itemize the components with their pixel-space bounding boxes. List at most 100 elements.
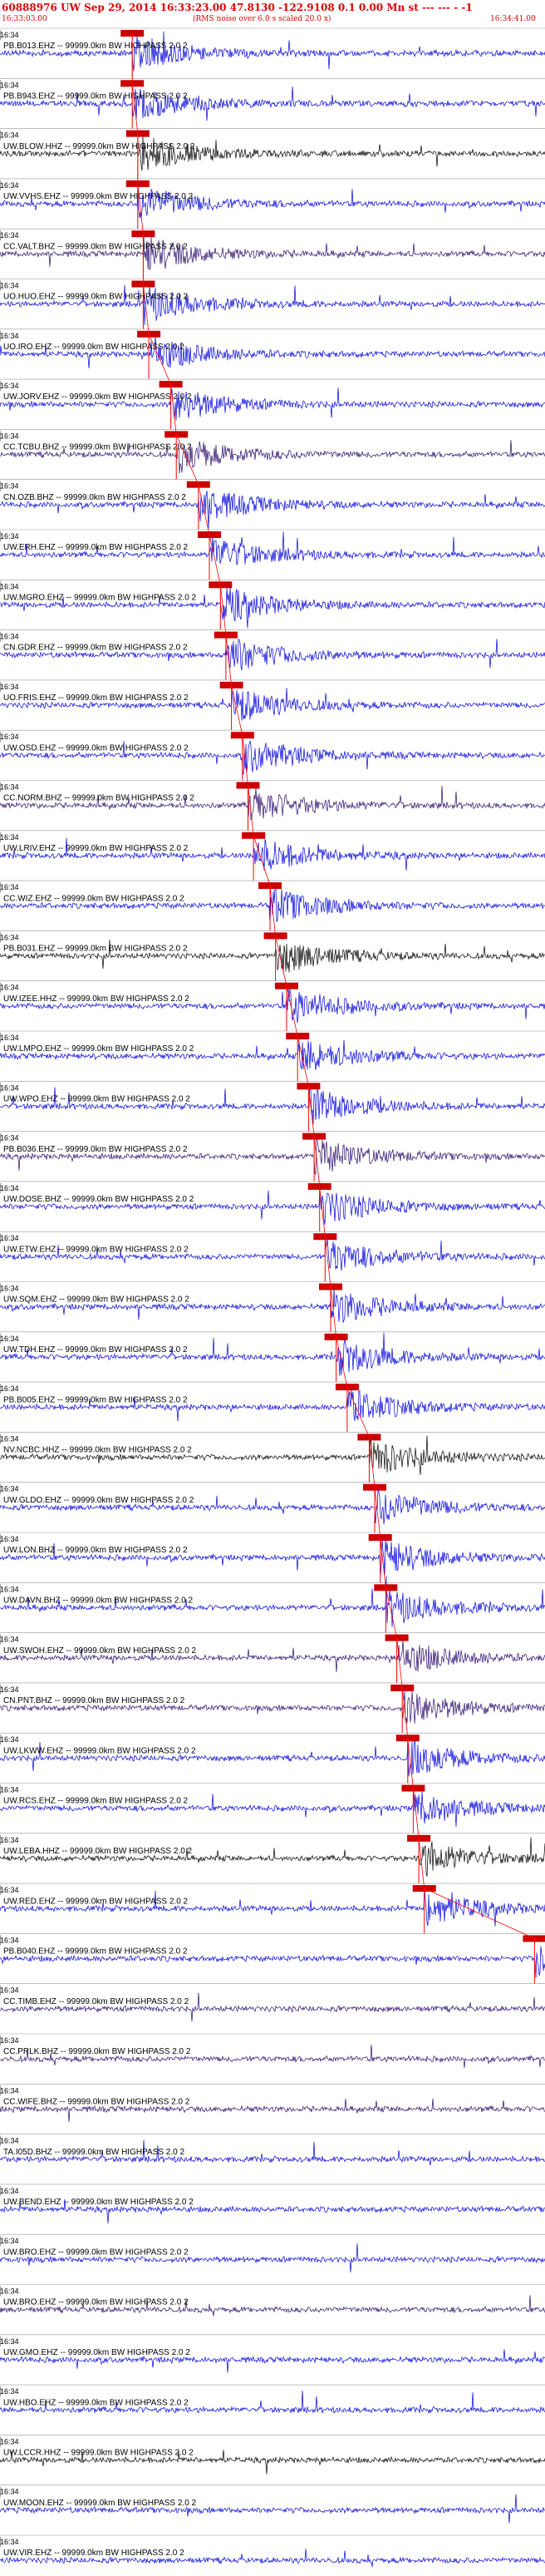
waveform bbox=[0, 786, 545, 821]
trace-label: UW.DOSE.BHZ -- 99999.0km BW HIGHPASS 2.0… bbox=[3, 1195, 194, 1204]
trace-row: 16:34 CC.WIFE.BHZ -- 99999.0km BW HIGHPAS… bbox=[0, 2084, 545, 2123]
trace-label: UW.GMO.EHZ -- 99999.0km BW HIGHPASS 2.0 … bbox=[3, 2348, 190, 2357]
minute-label: 16:34 bbox=[0, 231, 19, 239]
trace-row: 16:34 PB.B943.EHZ -- 99999.0km BW HIGHPAS… bbox=[0, 78, 545, 129]
trace-row: 16:34 PB.B013.EHZ -- 99999.0km BW HIGHPAS… bbox=[0, 27, 545, 79]
trace-row: 16:34 PB.B036.EHZ -- 99999.0km BW HIGHPAS… bbox=[0, 1131, 545, 1182]
trace-label: UO.IRO.EHZ -- 99999.0km BW HIGHPASS 2.0 … bbox=[3, 343, 184, 352]
trace-row: 16:34 TA.I05D.BHZ -- 99999.0km BW HIGHPAS… bbox=[0, 2134, 545, 2166]
trace-label: UW.MOON.EHZ -- 99999.0km BW HIGHPASS 2.0… bbox=[3, 2499, 197, 2508]
waveform bbox=[0, 1538, 545, 1576]
trace-row: 16:34 CC.TIMB.EHZ -- 99999.0km BW HIGHPAS… bbox=[0, 1983, 545, 2022]
trace-label: UW.GLDO.EHZ -- 99999.0km BW HIGHPASS 2.0… bbox=[3, 1496, 194, 1505]
trace-label: UW.ETW.EHZ -- 99999.0km BW HIGHPASS 2.0 … bbox=[3, 1245, 189, 1254]
minute-label: 16:34 bbox=[0, 2538, 19, 2546]
trace-label: UW.LEBA.HHZ -- 99999.0km BW HIGHPASS 2.0… bbox=[3, 1847, 193, 1856]
minute-label: 16:34 bbox=[0, 1836, 19, 1844]
waveform bbox=[0, 136, 545, 171]
waveform bbox=[0, 336, 545, 369]
trace-label: UW.BRO.EHZ -- 99999.0km BW HIGHPASS 2.0 … bbox=[3, 2248, 189, 2257]
trace-row: 16:34 UW.LEBA.HHZ -- 99999.0km BW HIGHPAS… bbox=[0, 1833, 545, 1884]
trace-row: 16:34 UW.LCCR.HHZ -- 99999.0km BW HIGHPAS… bbox=[0, 2435, 545, 2475]
trace-label: CC.WIZ.EHZ -- 99999.0km BW HIGHPASS 2.0 … bbox=[3, 894, 184, 903]
trace-label: UW.VIR.EHZ -- 99999.0km BW HIGHPASS 2.0 … bbox=[3, 2549, 184, 2558]
trace-row: 16:34 UW.ETW.EHZ -- 99999.0km BW HIGHPASS… bbox=[0, 1231, 545, 1282]
rms-note: (RMS noise over 6.0 s scaled 20.0 x) bbox=[193, 14, 331, 23]
minute-label: 16:34 bbox=[0, 733, 19, 741]
minute-label: 16:34 bbox=[0, 432, 19, 440]
trace-label: UW.OSD.EHZ -- 99999.0km BW HIGHPASS 2.0 … bbox=[3, 743, 189, 753]
trace-row: 16:34 UW.GMO.EHZ -- 99999.0km BW HIGHPASS… bbox=[0, 2334, 545, 2373]
waveform bbox=[0, 284, 545, 325]
trace-label: UW.MGRO.EHZ -- 99999.0km BW HIGHPASS 2.0… bbox=[3, 593, 197, 602]
trace-row: 16:34 UW.DOSE.BHZ -- 99999.0km BW HIGHPAS… bbox=[0, 1181, 545, 1232]
trace-row: 16:34 NV.NCBC.HHZ -- 99999.0km BW HIGHPAS… bbox=[0, 1432, 545, 1483]
waveform bbox=[0, 31, 545, 72]
trace-row: 16:34 UW.LMPO.EHZ -- 99999.0km BW HIGHPAS… bbox=[0, 1030, 545, 1082]
trace-label: UW.DAVN.BHZ -- 99999.0km BW HIGHPASS 2.0… bbox=[3, 1596, 193, 1606]
waveform bbox=[0, 1084, 545, 1125]
minute-label: 16:34 bbox=[0, 31, 19, 39]
minute-label: 16:34 bbox=[0, 2488, 19, 2496]
trace-row: 16:34 UW.WPO.EHZ -- 99999.0km BW HIGHPASS… bbox=[0, 1081, 545, 1132]
minute-label: 16:34 bbox=[0, 1335, 19, 1343]
waveform bbox=[0, 1389, 545, 1422]
waveform bbox=[0, 1238, 545, 1271]
trace-label: UW.RCS.EHZ -- 99999.0km BW HIGHPASS 2.0 … bbox=[3, 1797, 189, 1806]
trace-label: UW.TDH.EHZ -- 99999.0km BW HIGHPASS 2.0 … bbox=[3, 1345, 188, 1355]
minute-label: 16:34 bbox=[0, 582, 19, 590]
minute-label: 16:34 bbox=[0, 1786, 19, 1794]
trace-label: UW.LRIV.EHZ -- 99999.0km BW HIGHPASS 2.0… bbox=[3, 844, 189, 853]
waveform bbox=[0, 1435, 545, 1475]
minute-label: 16:34 bbox=[0, 633, 19, 641]
minute-label: 16:34 bbox=[0, 833, 19, 841]
trace-row: 16:34 CC.VALT.BHZ -- 99999.0km BW HIGHPAS… bbox=[0, 228, 545, 279]
seismogram-plot: 60888976 UW Sep 29, 2014 16:33:23.00 47.… bbox=[0, 2, 545, 2567]
trace-row: 16:34 CC.TCBU.BHZ -- 99999.0km BW HIGHPAS… bbox=[0, 429, 545, 480]
trace-label: UW.BEND.EHZ -- 99999.0km BW HIGHPASS 2.0… bbox=[3, 2198, 194, 2207]
waveform bbox=[0, 234, 545, 271]
minute-label: 16:34 bbox=[0, 1936, 19, 1944]
trace-label: UW.LCCR.HHZ -- 99999.0km BW HIGHPASS 2.0… bbox=[3, 2449, 194, 2458]
trace-row: 16:34 UW.BLOW.HHZ -- 99999.0km BW HIGHPAS… bbox=[0, 128, 545, 179]
trace-row: 16:34 UW.OSD.EHZ -- 99999.0km BW HIGHPASS… bbox=[0, 729, 545, 781]
minute-label: 16:34 bbox=[0, 2387, 19, 2396]
trace-label: UW.VVHS.EHZ -- 99999.0km BW HIGHPASS 2.0… bbox=[3, 192, 194, 201]
minute-label: 16:34 bbox=[0, 282, 19, 290]
minute-label: 16:34 bbox=[0, 2237, 19, 2245]
trace-row: 16:34 UW.RED.EHZ -- 99999.0km BW HIGHPASS… bbox=[0, 1883, 545, 1934]
trace-row: 16:34 UW.BRO.EHZ -- 99999.0km BW HIGHPASS… bbox=[0, 2284, 545, 2317]
trace-row: 16:34 UW.LKWW.EHZ -- 99999.0km BW HIGHPAS… bbox=[0, 1732, 545, 1784]
trace-row: 16:34 CN.PNT.BHZ -- 99999.0km BW HIGHPASS… bbox=[0, 1682, 545, 1734]
minute-label: 16:34 bbox=[0, 2036, 19, 2045]
end-time: 16:34:41.00 bbox=[490, 15, 536, 23]
trace-label: PB.B031.EHZ -- 99999.0km BW HIGHPASS 2.0… bbox=[3, 945, 188, 954]
trace-row: 16:34 UW.DAVN.BHZ -- 99999.0km BW HIGHPAS… bbox=[0, 1576, 545, 1633]
minute-label: 16:34 bbox=[0, 1986, 19, 1995]
trace-row: 16:34 UW.GLDO.EHZ -- 99999.0km BW HIGHPAS… bbox=[0, 1482, 545, 1532]
trace-row: 16:34 CC.PRLK.BHZ -- 99999.0km BW HIGHPAS… bbox=[0, 2033, 545, 2068]
trace-label: UW.LON.BHZ -- 99999.0km BW HIGHPASS 2.0 … bbox=[3, 1546, 188, 1555]
trace-label: CC.VALT.BHZ -- 99999.0km BW HIGHPASS 2.0… bbox=[3, 242, 188, 251]
minute-label: 16:34 bbox=[0, 1535, 19, 1543]
waveform bbox=[0, 1888, 545, 1927]
trace-stack: 16:34 PB.B013.EHZ -- 99999.0km BW HIGHPAS… bbox=[0, 27, 545, 2567]
trace-row: 16:34 CN.GDR.EHZ -- 99999.0km BW HIGHPASS… bbox=[0, 629, 545, 680]
minute-label: 16:34 bbox=[0, 1083, 19, 1092]
waveform bbox=[0, 1137, 545, 1176]
minute-label: 16:34 bbox=[0, 2287, 19, 2296]
trace-row: 16:34 UW.BRO.EHZ -- 99999.0km BW HIGHPASS… bbox=[0, 2233, 545, 2273]
minute-label: 16:34 bbox=[0, 984, 19, 992]
minute-label: 16:34 bbox=[0, 1434, 19, 1443]
minute-label: 16:34 bbox=[0, 933, 19, 941]
trace-row: 16:34 UW.LRIV.EHZ -- 99999.0km BW HIGHPAS… bbox=[0, 830, 545, 881]
minute-label: 16:34 bbox=[0, 81, 19, 89]
trace-label: CN.OZB.BHZ -- 99999.0km BW HIGHPASS 2.0 … bbox=[3, 493, 186, 502]
trace-row: 16:34 UO.FRIS.EHZ -- 99999.0km BW HIGHPAS… bbox=[0, 679, 545, 731]
waveform bbox=[0, 1187, 545, 1225]
trace-row: 16:34 PB.B031.EHZ -- 99999.0km BW HIGHPAS… bbox=[0, 930, 545, 981]
waveform bbox=[0, 837, 545, 871]
minute-label: 16:34 bbox=[0, 1735, 19, 1744]
trace-row: 16:34 UW.TDH.EHZ -- 99999.0km BW HIGHPASS… bbox=[0, 1331, 545, 1383]
minute-label: 16:34 bbox=[0, 1585, 19, 1593]
